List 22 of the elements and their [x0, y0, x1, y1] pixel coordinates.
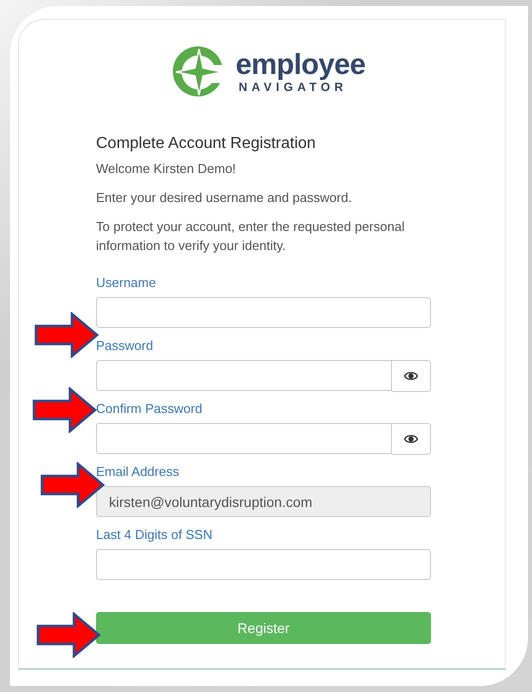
- instruction-text: To protect your account, enter the requested personal information to verify your identity.: [96, 218, 406, 255]
- text-field[interactable]: [96, 549, 431, 580]
- field-label: Password: [96, 338, 154, 353]
- show-password-button[interactable]: [392, 423, 431, 455]
- password-field[interactable]: [96, 360, 392, 391]
- arrow-annotation: [36, 612, 102, 658]
- field-label: Email Address: [96, 464, 180, 479]
- arrow-annotation: [32, 387, 98, 433]
- field-label: Username: [96, 275, 157, 290]
- email-field[interactable]: kirsten@voluntarydisruption.com: [96, 486, 431, 517]
- instruction-text: Enter your desired username and password.: [96, 189, 353, 207]
- field-label: Last 4 Digits of SSN: [96, 527, 214, 542]
- eye-icon: [404, 434, 418, 444]
- text-field[interactable]: [96, 297, 431, 328]
- password-field[interactable]: [96, 423, 392, 454]
- eye-icon: [404, 371, 418, 381]
- instruction-text: Welcome Kirsten Demo!: [96, 160, 237, 178]
- show-password-button[interactable]: [392, 360, 431, 392]
- logo-subtitle: NAVIGATOR: [238, 80, 348, 94]
- form-heading: Complete Account Registration: [96, 135, 317, 153]
- field-label: Confirm Password: [96, 401, 204, 416]
- logo-wordmark: employee: [236, 50, 366, 80]
